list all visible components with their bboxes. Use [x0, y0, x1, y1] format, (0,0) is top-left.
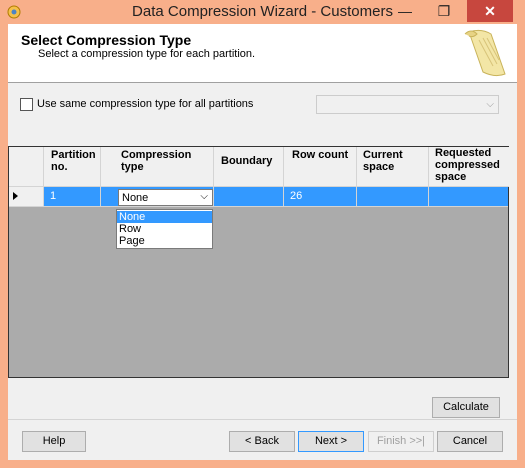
col-header-row-count[interactable]: Row count	[284, 147, 357, 187]
same-type-checkbox[interactable]	[20, 98, 33, 111]
grid-corner	[9, 147, 44, 187]
col-header-compression[interactable]: Compression type	[101, 147, 214, 187]
wizard-window: Data Compression Wizard - Customers — ❐ …	[0, 0, 525, 468]
footer-separator	[8, 419, 517, 420]
cancel-button[interactable]: Cancel	[437, 431, 503, 452]
calculate-button[interactable]: Calculate	[432, 397, 500, 418]
scroll-icon	[464, 29, 506, 77]
dropdown-option-page[interactable]: Page	[117, 235, 212, 247]
current-row-arrow-icon	[13, 192, 18, 200]
wizard-client: Select Compression Type Select a compres…	[8, 24, 517, 460]
compression-type-select[interactable]: None ⌵	[118, 189, 213, 206]
compression-type-value: None	[122, 192, 149, 204]
col-header-requested-space[interactable]: Requested compressed space	[429, 147, 509, 187]
col-header-partition[interactable]: Partition no.	[44, 147, 101, 187]
partition-grid[interactable]: Partition no. Compression type Boundary …	[8, 146, 509, 378]
cell-requested-space[interactable]	[429, 187, 508, 207]
dropdown-option-row[interactable]: Row	[117, 223, 212, 235]
row-header[interactable]	[9, 187, 44, 207]
cell-boundary[interactable]	[214, 187, 284, 207]
help-button[interactable]: Help	[22, 431, 86, 452]
back-button[interactable]: < Back	[229, 431, 295, 452]
page-subtitle: Select a compression type for each parti…	[38, 48, 256, 60]
chevron-down-icon[interactable]: ⌵	[200, 191, 208, 202]
next-button[interactable]: Next >	[298, 431, 364, 452]
finish-button[interactable]: Finish >>|	[368, 431, 434, 452]
maximize-button[interactable]: ❐	[426, 0, 462, 22]
chevron-down-icon: ⌵	[486, 99, 494, 110]
same-type-label: Use same compression type for all partit…	[37, 98, 254, 110]
close-button[interactable]: ✕	[467, 0, 513, 22]
cell-partition[interactable]: 1	[44, 187, 101, 207]
page-title: Select Compression Type	[21, 32, 192, 48]
global-compression-select: ⌵	[316, 95, 499, 114]
col-header-current-space[interactable]: Current space	[357, 147, 429, 187]
title-bar[interactable]: Data Compression Wizard - Customers — ❐ …	[0, 0, 525, 24]
cell-row-count[interactable]: 26	[284, 187, 357, 207]
minimize-button[interactable]: —	[387, 0, 423, 22]
dropdown-option-none[interactable]: None	[117, 211, 212, 223]
page-header: Select Compression Type Select a compres…	[8, 24, 517, 83]
col-header-boundary[interactable]: Boundary	[214, 147, 284, 187]
compression-type-dropdown[interactable]: None Row Page	[116, 209, 213, 249]
cell-current-space[interactable]	[357, 187, 429, 207]
